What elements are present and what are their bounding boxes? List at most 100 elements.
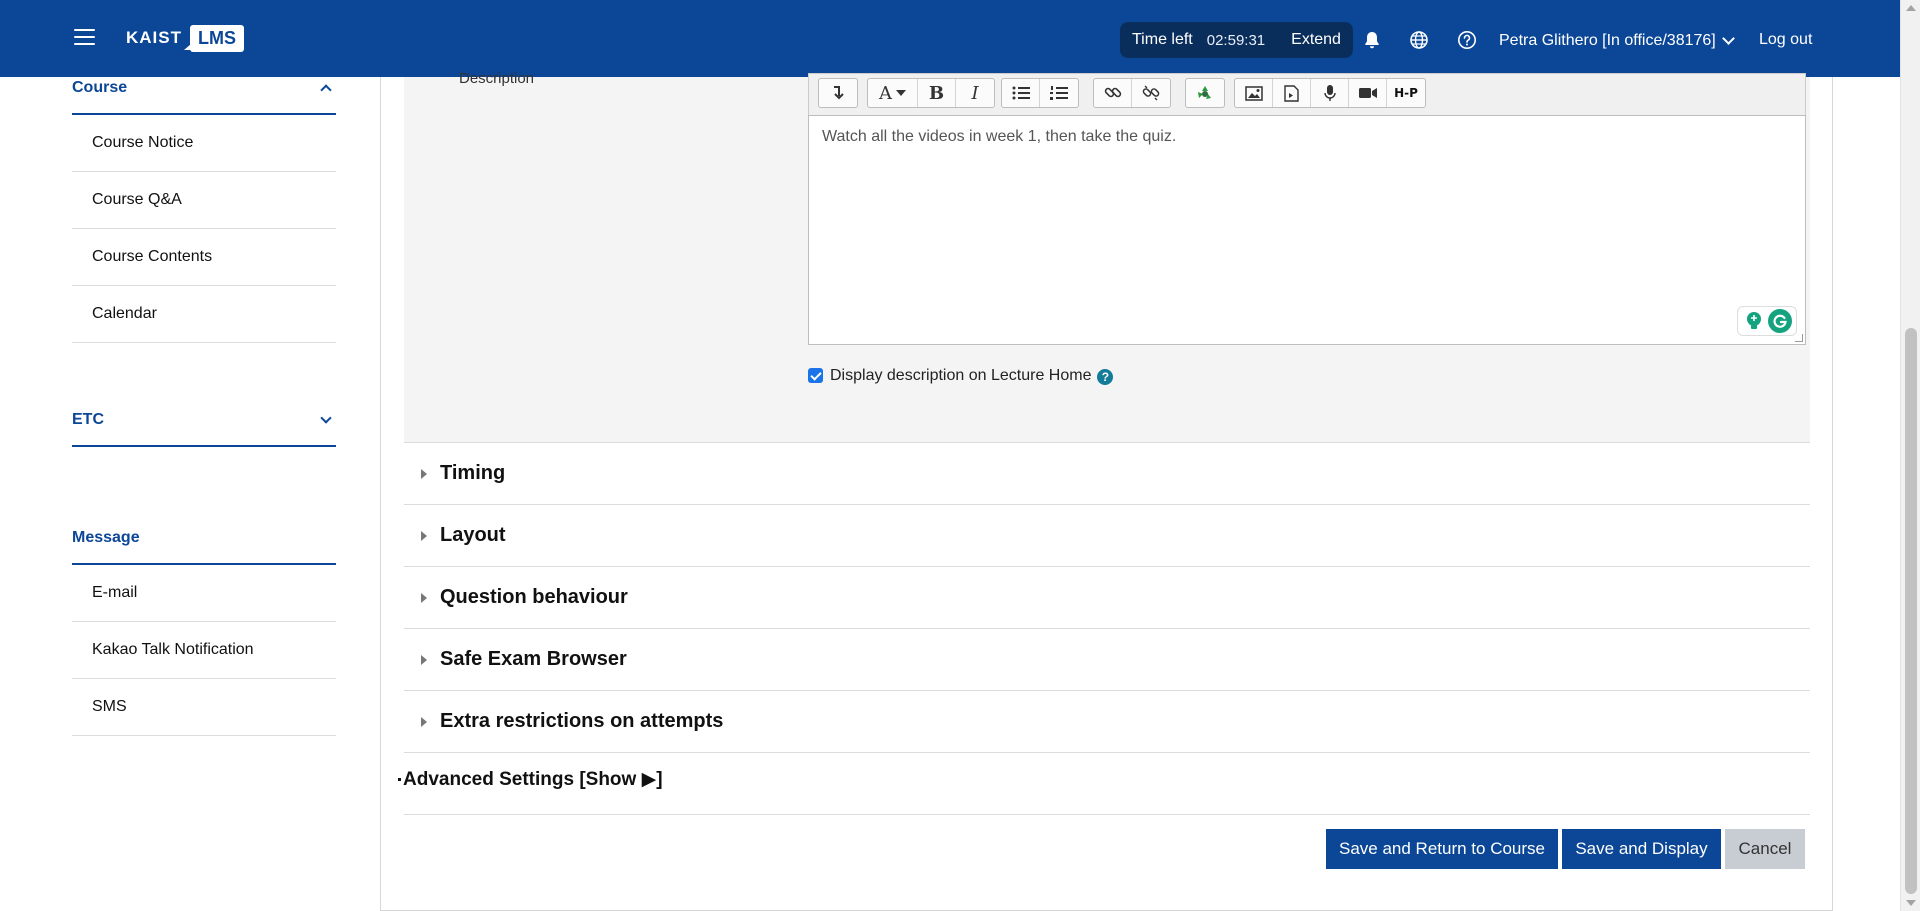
- save-return-button[interactable]: Save and Return to Course: [1326, 829, 1558, 869]
- left-sidebar: Course Course Notice Course Q&A Course C…: [72, 77, 336, 736]
- sidebar-item-label: E-mail: [92, 584, 138, 601]
- sidebar-item-course-qa[interactable]: Course Q&A: [72, 172, 336, 229]
- caret-right-icon: [421, 530, 427, 541]
- sidebar-item-kakao-talk[interactable]: Kakao Talk Notification: [72, 622, 336, 679]
- scroll-up-arrow-icon[interactable]: [1906, 5, 1916, 11]
- toolbar-group-links: [1093, 78, 1171, 108]
- record-audio-button[interactable]: [1311, 79, 1349, 107]
- video-camera-icon: [1358, 88, 1377, 98]
- section-title: Safe Exam Browser: [440, 648, 627, 670]
- globe-icon[interactable]: [1409, 30, 1429, 50]
- session-timer: Time left 02:59:31 Extend: [1120, 22, 1353, 58]
- help-question-icon[interactable]: ?: [1097, 369, 1114, 385]
- display-description-label[interactable]: Display description on Lecture Home: [830, 367, 1091, 385]
- microphone-icon: [1323, 85, 1336, 101]
- sidebar-section-title: ETC: [72, 411, 104, 428]
- paragraph-style-button[interactable]: A: [868, 79, 918, 107]
- sidebar-item-label: Course Contents: [92, 248, 213, 265]
- chevron-down-icon: [320, 412, 332, 424]
- unordered-list-button[interactable]: [1002, 79, 1040, 107]
- sidebar-item-email[interactable]: E-mail: [72, 565, 336, 622]
- sidebar-item-course-contents[interactable]: Course Contents: [72, 229, 336, 286]
- logo-lms-text: LMS: [184, 24, 244, 52]
- h5p-button[interactable]: H-P: [1387, 79, 1425, 107]
- logout-link[interactable]: Log out: [1759, 31, 1812, 49]
- description-text[interactable]: Watch all the videos in week 1, then tak…: [822, 128, 1176, 145]
- ordered-list-button[interactable]: [1040, 79, 1078, 107]
- resize-handle[interactable]: [1795, 334, 1803, 342]
- site-logo[interactable]: KAIST LMS: [126, 22, 244, 54]
- arrow-down-icon: [834, 86, 844, 100]
- sidebar-item-course-notice[interactable]: Course Notice: [72, 115, 336, 172]
- display-description-checkbox[interactable]: [808, 368, 823, 383]
- toolbar-group-recycle: [1185, 78, 1225, 108]
- link-icon: [1104, 87, 1121, 98]
- h5p-icon: H-P: [1394, 86, 1418, 100]
- chevron-up-icon: [320, 84, 332, 96]
- caret-right-icon: [421, 716, 427, 727]
- logo-kaist-text: KAIST: [126, 28, 182, 47]
- sidebar-item-label: Course Notice: [92, 134, 194, 151]
- recycle-button[interactable]: [1186, 79, 1224, 107]
- image-icon: [1244, 85, 1263, 101]
- toolbar-toggle-button[interactable]: [819, 79, 857, 107]
- unlink-icon: [1142, 85, 1160, 101]
- sidebar-item-sms[interactable]: SMS: [72, 679, 336, 736]
- description-editor[interactable]: Watch all the videos in week 1, then tak…: [808, 115, 1806, 345]
- section-safe-exam-browser[interactable]: Safe Exam Browser: [404, 629, 1810, 691]
- link-button[interactable]: [1094, 79, 1132, 107]
- advanced-settings-label: Advanced Settings [Show ▶]: [403, 769, 663, 790]
- menu-icon[interactable]: [74, 29, 95, 45]
- sidebar-section-title: Course: [72, 79, 128, 96]
- sidebar-section-message[interactable]: Message: [72, 527, 336, 565]
- bell-icon[interactable]: [1362, 30, 1382, 50]
- section-title: Extra restrictions on attempts: [440, 710, 724, 732]
- caret-right-icon: [421, 468, 427, 479]
- section-timing[interactable]: Timing: [404, 443, 1810, 505]
- section-layout[interactable]: Layout: [404, 505, 1810, 567]
- italic-button[interactable]: I: [956, 79, 994, 107]
- toolbar-group-lists: [1001, 78, 1079, 108]
- display-description-row: Display description on Lecture Home ?: [808, 366, 1114, 385]
- numbered-list-icon: [1050, 85, 1068, 100]
- divider: [404, 814, 1810, 815]
- user-name: Petra Glithero [In office/38176]: [1499, 32, 1716, 49]
- sidebar-section-course[interactable]: Course: [72, 77, 336, 115]
- sidebar-item-calendar[interactable]: Calendar: [72, 286, 336, 343]
- timer-label: Time left: [1132, 31, 1193, 48]
- help-icon[interactable]: [1457, 30, 1477, 50]
- advanced-settings-toggle[interactable]: Advanced Settings [Show ▶]: [398, 768, 663, 791]
- lightbulb-icon[interactable]: [1742, 309, 1766, 333]
- sidebar-section-etc[interactable]: ETC: [72, 409, 336, 447]
- description-label: Description: [459, 70, 535, 87]
- section-question-behaviour[interactable]: Question behaviour: [404, 567, 1810, 629]
- extend-button[interactable]: Extend: [1291, 31, 1341, 49]
- toolbar-group-toggle: [818, 78, 858, 108]
- unlink-button[interactable]: [1132, 79, 1170, 107]
- italic-icon: I: [971, 82, 979, 104]
- recycle-icon: [1198, 86, 1211, 99]
- bold-button[interactable]: B: [918, 79, 956, 107]
- scroll-thumb[interactable]: [1905, 328, 1917, 894]
- sidebar-item-label: Course Q&A: [92, 191, 182, 208]
- media-file-icon: [1284, 84, 1299, 102]
- sidebar-item-label: Calendar: [92, 305, 157, 322]
- insert-media-button[interactable]: [1273, 79, 1311, 107]
- save-display-button[interactable]: Save and Display: [1562, 829, 1721, 869]
- editor-toolbar: A B I H-P: [808, 73, 1806, 115]
- grammarly-icon[interactable]: [1768, 309, 1792, 333]
- record-video-button[interactable]: [1349, 79, 1387, 107]
- bullet-icon: [398, 778, 401, 781]
- cancel-button[interactable]: Cancel: [1725, 829, 1805, 869]
- quiz-settings-form: Description A B I H-P Watch all the vide…: [380, 70, 1833, 911]
- user-menu[interactable]: Petra Glithero [In office/38176]: [1499, 32, 1735, 50]
- bullet-list-icon: [1012, 86, 1030, 100]
- top-header: KAIST LMS Time left 02:59:31 Extend Petr…: [0, 0, 1900, 77]
- scroll-down-arrow-icon[interactable]: [1906, 900, 1916, 906]
- insert-image-button[interactable]: [1235, 79, 1273, 107]
- section-extra-restrictions[interactable]: Extra restrictions on attempts: [404, 691, 1810, 753]
- chevron-down-icon: [1721, 32, 1735, 45]
- sidebar-item-label: SMS: [92, 698, 127, 715]
- font-icon: A: [879, 82, 892, 104]
- page-scrollbar[interactable]: [1900, 0, 1920, 911]
